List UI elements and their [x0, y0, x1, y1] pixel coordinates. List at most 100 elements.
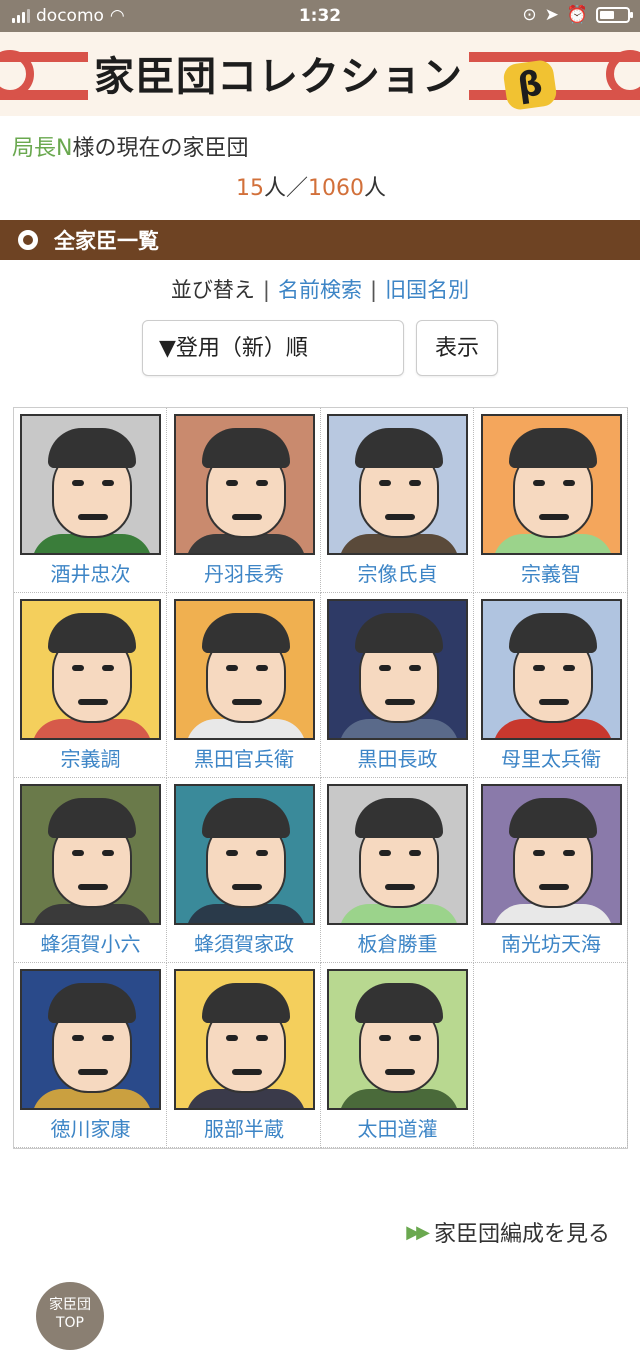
owner-line: 局長N様の現在の家臣団 — [12, 130, 248, 162]
portrait-eye — [409, 665, 421, 671]
portrait-eye — [532, 850, 545, 856]
retainer-portrait[interactable] — [327, 784, 468, 925]
top-button-line1: 家臣団 — [49, 1297, 91, 1313]
retainer-card[interactable]: 宗像氏貞 — [321, 408, 474, 593]
portrait-mouth — [78, 884, 108, 890]
retainer-name[interactable]: 南光坊天海 — [475, 928, 628, 957]
retainer-name[interactable]: 宗義調 — [14, 743, 167, 772]
portrait-eye — [255, 1035, 268, 1041]
portrait-eye — [255, 480, 268, 486]
retainer-portrait[interactable] — [327, 599, 468, 740]
portrait-mouth — [78, 699, 108, 705]
portrait-eye — [532, 480, 545, 486]
portrait-mouth — [231, 699, 262, 705]
portrait-hair — [201, 983, 290, 1023]
portrait-eye — [255, 665, 268, 671]
portrait-mouth — [385, 884, 415, 890]
portrait-mouth — [538, 699, 569, 705]
retainer-portrait[interactable] — [173, 969, 315, 1110]
sort-order-select[interactable]: ▼登用（新）順 — [142, 320, 404, 376]
circle-icon — [18, 230, 38, 250]
retainer-card[interactable]: 板倉勝重 — [321, 778, 474, 963]
retainer-card[interactable]: 宗義智 — [474, 408, 628, 593]
retainer-card[interactable]: 太田道灌 — [321, 963, 474, 1148]
retainer-name[interactable]: 板倉勝重 — [321, 928, 474, 957]
portrait-eye — [72, 480, 84, 486]
portrait-hair — [201, 798, 290, 838]
retainer-portrait[interactable] — [480, 784, 622, 925]
divider: | — [262, 278, 270, 302]
top-button[interactable]: 家臣団 TOP — [36, 1282, 104, 1350]
app-banner[interactable]: 家臣団コレクション β — [0, 32, 640, 116]
retainer-card[interactable]: 母里太兵衛 — [474, 593, 628, 778]
portrait-hair — [48, 428, 136, 468]
alarm-icon: ⏰ — [566, 5, 588, 25]
retainer-count: 15人／1060人 — [236, 170, 386, 202]
retainer-name[interactable]: 蜂須賀家政 — [168, 928, 321, 957]
rotation-lock-icon: ⊙ — [522, 5, 537, 25]
formation-link-label: 家臣団編成を見る — [433, 1222, 610, 1247]
retainer-portrait[interactable] — [20, 414, 161, 555]
retainer-portrait[interactable] — [173, 784, 315, 925]
retainer-grid: 酒井忠次 丹羽長秀 宗像氏貞 宗義智宗義調 黒田官兵衛 黒田長政 母里太兵衛蜂須賀小六 蜂須賀… — [13, 407, 628, 1149]
formation-link[interactable]: ▶▶ 家臣団編成を見る — [406, 1216, 610, 1248]
retainer-portrait[interactable] — [20, 599, 161, 740]
retainer-portrait[interactable] — [480, 599, 622, 740]
retainer-card[interactable]: 黒田官兵衛 — [167, 593, 321, 778]
retainer-portrait[interactable] — [173, 414, 315, 555]
retainer-name[interactable]: 宗像氏貞 — [321, 558, 474, 587]
total-count: 1060 — [308, 176, 365, 201]
retainer-name[interactable]: 服部半蔵 — [168, 1113, 321, 1142]
retainer-card[interactable]: 蜂須賀家政 — [167, 778, 321, 963]
portrait-eye — [562, 850, 575, 856]
portrait-eye — [102, 850, 114, 856]
retainer-portrait[interactable] — [480, 414, 622, 555]
owner-name[interactable]: 局長N — [12, 136, 72, 161]
retainer-name[interactable]: 徳川家康 — [14, 1113, 167, 1142]
sort-links: 並び替え | 名前検索 | 旧国名別 — [0, 274, 640, 304]
retainer-card[interactable]: 服部半蔵 — [167, 963, 321, 1148]
owner-suffix: 様の現在の家臣団 — [72, 136, 249, 161]
portrait-eye — [562, 665, 575, 671]
portrait-eye — [225, 665, 238, 671]
retainer-portrait[interactable] — [20, 969, 161, 1110]
retainer-portrait[interactable] — [327, 969, 468, 1110]
retainer-name[interactable]: 黒田長政 — [321, 743, 474, 772]
retainer-name[interactable]: 蜂須賀小六 — [14, 928, 167, 957]
portrait-eye — [225, 850, 238, 856]
province-link[interactable]: 旧国名別 — [385, 278, 469, 302]
portrait-hair — [508, 428, 597, 468]
app-title: 家臣団コレクション — [88, 44, 469, 102]
beta-badge: β — [502, 58, 558, 112]
battery-icon — [596, 7, 633, 23]
portrait-eye — [562, 480, 575, 486]
retainer-name[interactable]: 酒井忠次 — [14, 558, 167, 587]
retainer-name[interactable]: 太田道灌 — [321, 1113, 474, 1142]
retainer-name[interactable]: 母里太兵衛 — [475, 743, 628, 772]
retainer-portrait[interactable] — [173, 599, 315, 740]
portrait-eye — [102, 665, 114, 671]
portrait-hair — [201, 613, 290, 653]
portrait-mouth — [538, 514, 569, 520]
retainer-card[interactable]: 徳川家康 — [14, 963, 167, 1148]
portrait-hair — [355, 428, 443, 468]
retainer-card[interactable]: 南光坊天海 — [474, 778, 628, 963]
retainer-card[interactable]: 黒田長政 — [321, 593, 474, 778]
retainer-card[interactable]: 丹羽長秀 — [167, 408, 321, 593]
portrait-hair — [355, 983, 443, 1023]
portrait-mouth — [78, 1069, 108, 1075]
name-search-link[interactable]: 名前検索 — [278, 278, 362, 302]
retainer-name[interactable]: 丹羽長秀 — [168, 558, 321, 587]
retainer-card[interactable]: 宗義調 — [14, 593, 167, 778]
retainer-name[interactable]: 宗義智 — [475, 558, 628, 587]
retainer-card[interactable]: 酒井忠次 — [14, 408, 167, 593]
retainer-name[interactable]: 黒田官兵衛 — [168, 743, 321, 772]
show-button[interactable]: 表示 — [416, 320, 498, 376]
empty-cell — [474, 963, 628, 1148]
section-header: 全家臣一覧 — [0, 220, 640, 260]
portrait-mouth — [385, 1069, 415, 1075]
retainer-card[interactable]: 蜂須賀小六 — [14, 778, 167, 963]
status-bar: docomo ◠ 1:32 ⊙ ➤ ⏰ — [0, 0, 640, 32]
retainer-portrait[interactable] — [20, 784, 161, 925]
retainer-portrait[interactable] — [327, 414, 468, 555]
